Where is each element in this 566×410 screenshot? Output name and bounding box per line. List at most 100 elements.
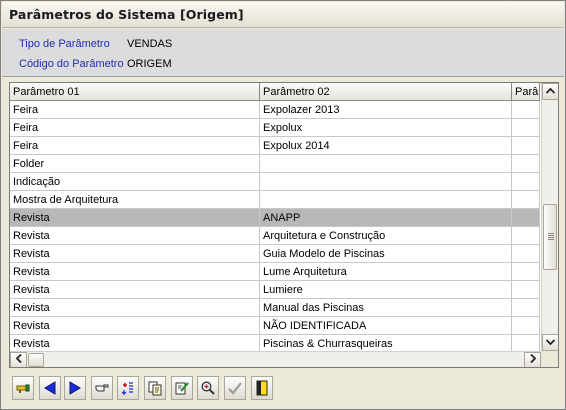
confirm-check-icon <box>228 382 242 395</box>
codigo-parametro-value: ORIGEM <box>127 58 172 70</box>
chevron-up-icon <box>545 87 556 94</box>
table-cell[interactable]: Revista <box>10 263 260 281</box>
next-arrow-icon <box>69 381 81 395</box>
horizontal-scrollbar[interactable] <box>10 351 541 367</box>
table-cell[interactable]: Indicação <box>10 173 260 191</box>
table-cell[interactable]: NÃO IDENTIFICADA <box>260 317 512 335</box>
vertical-scroll-thumb[interactable] <box>543 204 557 270</box>
horizontal-scroll-thumb[interactable] <box>28 353 44 367</box>
add-record-icon <box>121 382 133 396</box>
table-cell[interactable]: Revista <box>10 317 260 335</box>
title-bar: Parâmetros do Sistema [Origem] <box>2 2 564 28</box>
edit-document-button[interactable] <box>171 376 193 400</box>
table-cell[interactable] <box>512 191 540 209</box>
scroll-right-button[interactable] <box>524 352 541 367</box>
table-row[interactable]: Feira Expolux <box>10 119 540 137</box>
grid-rows: Feira Expolazer 2013 Feira Expolux Feira Expo… <box>10 101 540 353</box>
table-cell[interactable]: Feira <box>10 101 260 119</box>
edit-document-icon <box>175 382 189 395</box>
add-record-button[interactable] <box>117 376 139 400</box>
table-cell[interactable] <box>512 281 540 299</box>
vertical-scrollbar[interactable] <box>541 83 558 351</box>
scroll-left-button[interactable] <box>10 352 27 367</box>
table-row[interactable]: Revista Arquitetura e Construção <box>10 227 540 245</box>
table-row[interactable]: Mostra de Arquitetura <box>10 191 540 209</box>
tipo-parametro-value: VENDAS <box>127 38 173 50</box>
table-cell[interactable] <box>512 263 540 281</box>
chevron-left-icon <box>15 353 22 364</box>
table-cell[interactable]: ANAPP <box>260 209 512 227</box>
table-row[interactable]: Revista NÃO IDENTIFICADA <box>10 317 540 335</box>
table-cell[interactable]: Revista <box>10 299 260 317</box>
table-cell[interactable] <box>512 227 540 245</box>
table-cell[interactable]: Revista <box>10 227 260 245</box>
codigo-parametro-label: Código do Parâmetro <box>19 58 124 70</box>
scrollbar-corner <box>541 351 558 367</box>
exit-button[interactable] <box>251 376 273 400</box>
parameter-info-panel: Tipo de Parâmetro VENDAS Código do Parâm… <box>2 29 564 77</box>
scroll-down-button[interactable] <box>542 334 558 351</box>
table-cell[interactable] <box>260 173 512 191</box>
pointing-hand-button[interactable] <box>91 376 113 400</box>
table-row[interactable]: Indicação <box>10 173 540 191</box>
table-cell[interactable]: Expolux 2014 <box>260 137 512 155</box>
next-button[interactable] <box>64 376 86 400</box>
table-cell[interactable]: Folder <box>10 155 260 173</box>
table-cell[interactable]: Expolux <box>260 119 512 137</box>
tipo-parametro-label: Tipo de Parâmetro <box>19 38 110 50</box>
table-row[interactable]: Revista Lume Arquitetura <box>10 263 540 281</box>
column-header-parametro-01[interactable]: Parâmetro 01 <box>10 83 260 101</box>
table-cell[interactable]: Expolazer 2013 <box>260 101 512 119</box>
table-cell[interactable] <box>512 299 540 317</box>
window: Parâmetros do Sistema [Origem] Tipo de P… <box>0 0 566 410</box>
table-cell[interactable] <box>260 155 512 173</box>
table-row[interactable]: Feira Expolazer 2013 <box>10 101 540 119</box>
table-cell[interactable] <box>512 173 540 191</box>
column-header-parametro-02[interactable]: Parâmetro 02 <box>260 83 512 101</box>
window-title: Parâmetros do Sistema [Origem] <box>9 7 244 22</box>
table-cell[interactable]: Revista <box>10 281 260 299</box>
table-cell[interactable]: Manual das Piscinas <box>260 299 512 317</box>
table-cell[interactable] <box>512 209 540 227</box>
copy-document-button[interactable] <box>144 376 166 400</box>
table-cell[interactable] <box>512 245 540 263</box>
pointing-hand-icon <box>95 384 109 392</box>
table-cell[interactable]: Lumiere <box>260 281 512 299</box>
grid-header: Parâmetro 01 Parâmetro 02 Parâmetro 03 <box>10 83 540 101</box>
table-cell[interactable] <box>512 101 540 119</box>
zoom-icon <box>201 381 215 395</box>
table-cell[interactable] <box>512 155 540 173</box>
table-cell[interactable]: Feira <box>10 119 260 137</box>
scroll-up-button[interactable] <box>542 83 558 100</box>
table-cell[interactable]: Revista <box>10 209 260 227</box>
previous-button[interactable] <box>39 376 61 400</box>
table-cell[interactable] <box>512 317 540 335</box>
copy-document-icon <box>148 381 162 396</box>
zoom-button[interactable] <box>197 376 219 400</box>
table-cell[interactable] <box>512 137 540 155</box>
chevron-down-icon <box>545 339 556 346</box>
table-cell[interactable] <box>260 191 512 209</box>
parameters-grid[interactable]: Parâmetro 01 Parâmetro 02 Parâmetro 03 F… <box>9 82 559 368</box>
table-row[interactable]: Revista Guia Modelo de Piscinas <box>10 245 540 263</box>
table-row[interactable]: Folder <box>10 155 540 173</box>
search-key-button[interactable] <box>12 376 34 400</box>
exit-door-icon <box>256 380 268 396</box>
table-cell[interactable]: Lume Arquitetura <box>260 263 512 281</box>
table-cell[interactable]: Revista <box>10 245 260 263</box>
table-row[interactable]: Revista Manual das Piscinas <box>10 299 540 317</box>
toolbar <box>9 376 559 402</box>
table-cell[interactable]: Mostra de Arquitetura <box>10 191 260 209</box>
previous-arrow-icon <box>44 381 56 395</box>
table-cell[interactable]: Arquitetura e Construção <box>260 227 512 245</box>
table-cell[interactable]: Feira <box>10 137 260 155</box>
chevron-right-icon <box>529 353 536 364</box>
table-row[interactable]: Feira Expolux 2014 <box>10 137 540 155</box>
table-cell[interactable]: Guia Modelo de Piscinas <box>260 245 512 263</box>
confirm-button[interactable] <box>224 376 246 400</box>
table-row[interactable]: Revista Lumiere <box>10 281 540 299</box>
column-header-parametro-03[interactable]: Parâmetro 03 <box>512 83 540 101</box>
table-row[interactable]: Revista ANAPP <box>10 209 540 227</box>
search-key-icon <box>16 384 30 393</box>
table-cell[interactable] <box>512 119 540 137</box>
